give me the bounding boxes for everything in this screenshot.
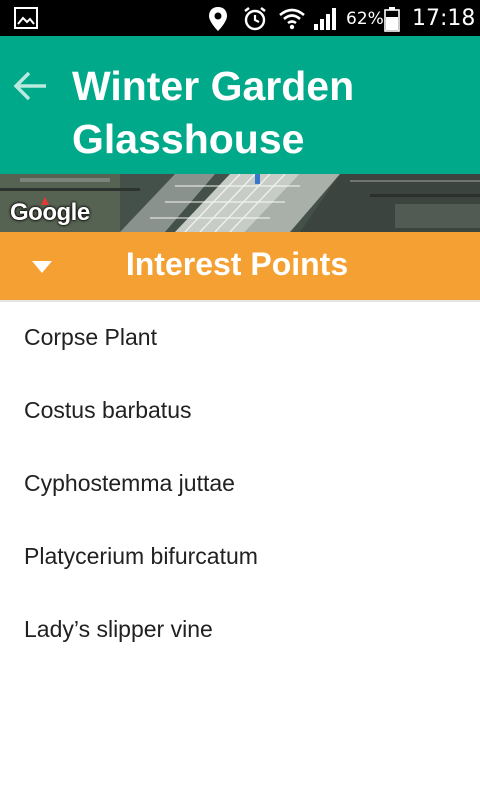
- section-title: Interest Points: [125, 246, 349, 282]
- page-title: Winter Garden Glasshouse: [72, 63, 355, 162]
- alarm-icon: [244, 7, 266, 31]
- gallery-icon: [14, 7, 38, 29]
- app-bar: Winter Garden Glasshouse: [0, 36, 480, 174]
- map-marker-icon: [41, 197, 49, 205]
- battery-percent: 62%: [346, 9, 384, 29]
- interest-points-list: Corpse Plant Costus barbatus Cyphostemma…: [0, 302, 480, 667]
- list-item[interactable]: Lady’s slipper vine: [0, 594, 480, 667]
- location-icon: [209, 7, 227, 31]
- status-bar: 62% 17:18: [0, 0, 480, 36]
- list-item[interactable]: Corpse Plant: [0, 302, 480, 375]
- list-item[interactable]: Cyphostemma juttae: [0, 448, 480, 521]
- battery-icon: [384, 7, 400, 32]
- list-item[interactable]: Costus barbatus: [0, 375, 480, 448]
- arrow-back-icon[interactable]: [12, 66, 52, 106]
- interest-points-header[interactable]: Interest Points: [0, 232, 480, 300]
- list-item[interactable]: Platycerium bifurcatum: [0, 521, 480, 594]
- clock: 17:18: [412, 6, 476, 31]
- signal-icon: [314, 8, 336, 30]
- wifi-icon: [279, 8, 305, 30]
- map-view[interactable]: Google: [0, 174, 480, 232]
